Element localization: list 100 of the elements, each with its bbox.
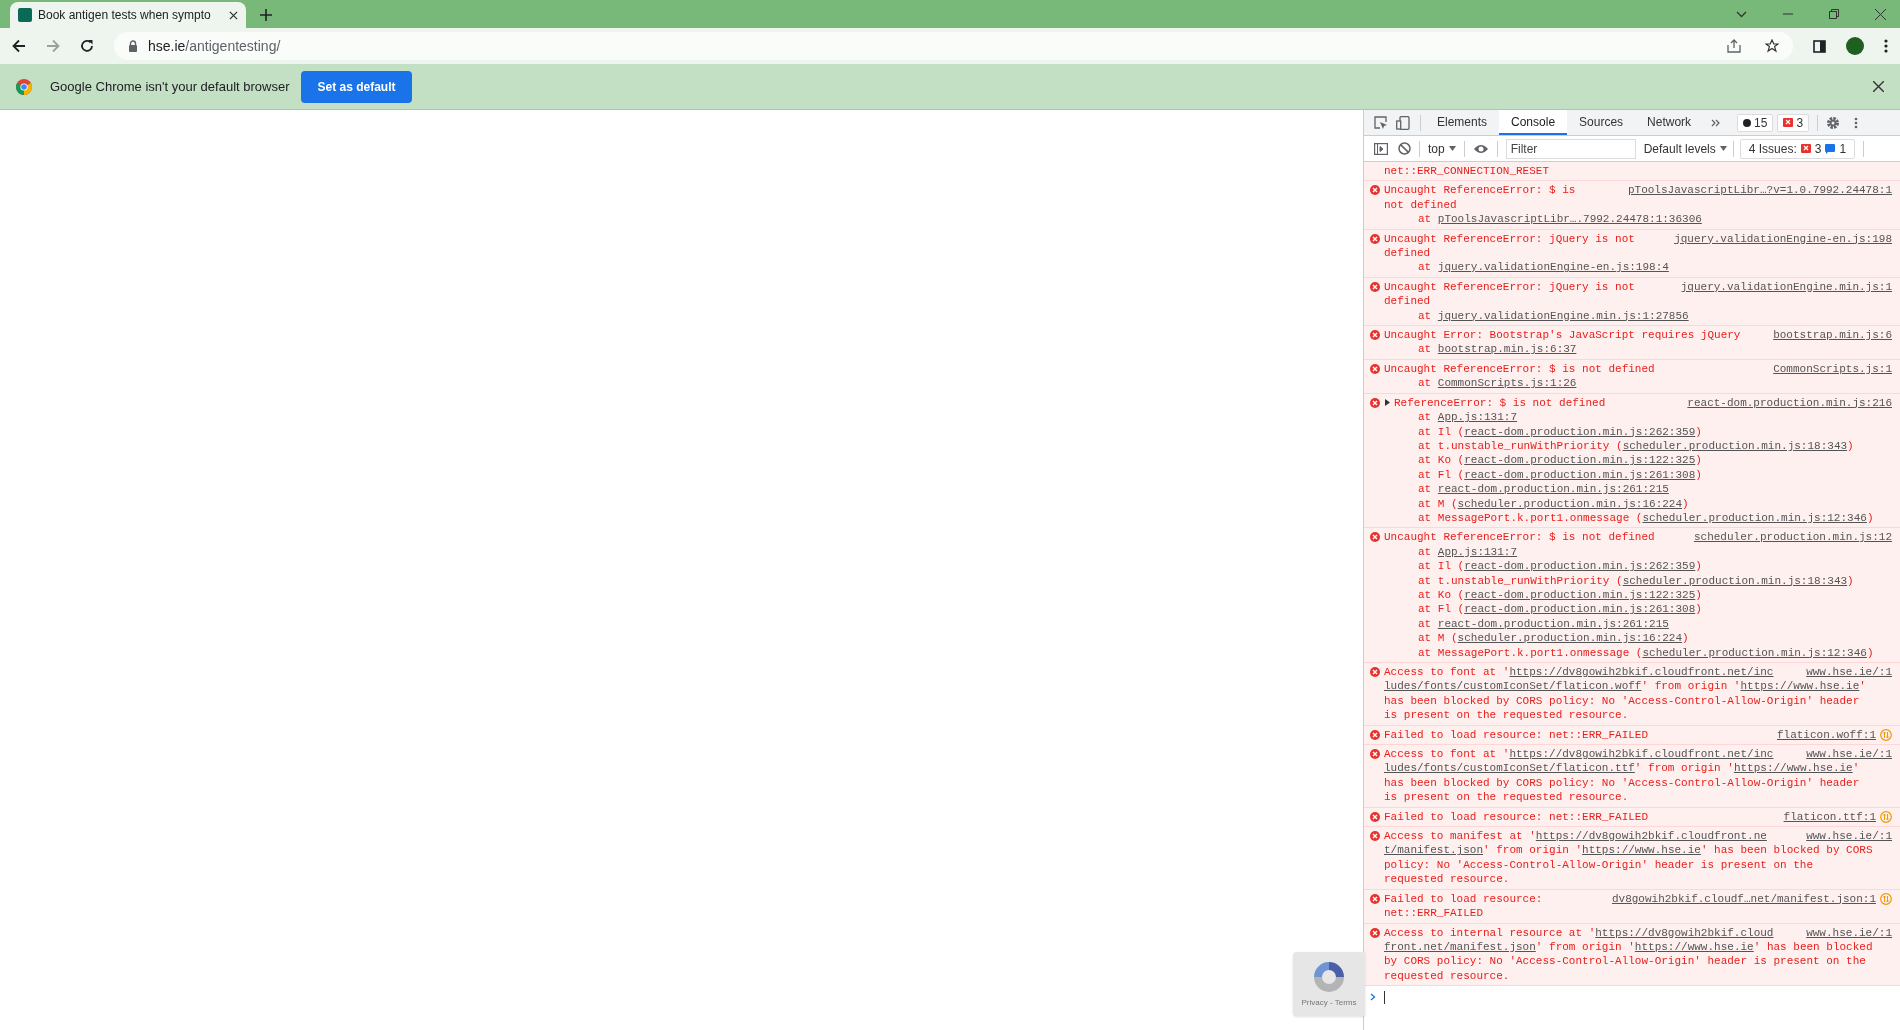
url-link[interactable]: scheduler.production.min.js:18:343 [1622, 574, 1848, 587]
url-link[interactable]: react-dom.production.min.js:261:215 [1437, 617, 1669, 630]
error-message-line: requested resource. [1384, 968, 1510, 984]
stack-frame: at pToolsJavascriptLibr….7992.24478:1:36306 [1384, 212, 1892, 227]
url-link[interactable]: https://dv8gowih2bkif.cloudfront.ne [1535, 830, 1767, 843]
source-link[interactable]: jquery.validationEngine.min.js:1 [1680, 279, 1892, 295]
devtools-tab[interactable]: Console [1499, 110, 1568, 135]
error-icon [1370, 233, 1380, 244]
error-message-line: is present on the requested resource. [1384, 708, 1629, 723]
source-link[interactable]: dv8gowih2bkif.cloudf…net/manifest.json:1 [1611, 891, 1876, 907]
chevron-down-icon[interactable] [1736, 10, 1747, 18]
url-link[interactable]: ludes/fonts/customIconSet/flaticon.woff [1384, 680, 1642, 693]
settings-icon[interactable] [1826, 115, 1841, 130]
url-link[interactable]: App.js:131:7 [1437, 411, 1518, 424]
error-icon [1370, 893, 1380, 904]
new-tab-icon[interactable] [260, 9, 272, 21]
close-icon[interactable] [1875, 8, 1886, 20]
url-link[interactable]: react-dom.production.min.js:261:308 [1464, 468, 1696, 481]
url-link[interactable]: scheduler.production.min.js:12:346 [1642, 511, 1867, 524]
privacy-terms-text[interactable]: Privacy - Terms [1301, 997, 1357, 1009]
source-link[interactable]: react-dom.production.min.js:216 [1687, 395, 1892, 411]
side-panel-icon[interactable] [1813, 39, 1826, 53]
source-link[interactable]: www.hse.ie/:1 [1806, 747, 1892, 762]
stack-frame: at t.unstable_runWithPriority (scheduler.production.min.js:18:343) [1384, 573, 1892, 588]
caret-icon [1719, 146, 1727, 151]
url-link[interactable]: jquery.validationEngine.min.js:1:27856 [1437, 309, 1689, 322]
url-link[interactable]: react-dom.production.min.js:261:308 [1464, 603, 1696, 616]
filter-field[interactable]: Filter [1505, 138, 1636, 159]
reload-icon[interactable] [80, 39, 94, 53]
issues-button[interactable]: 4 Issues: 3 1 [1739, 138, 1856, 159]
source-link[interactable]: scheduler.production.min.js:12 [1693, 530, 1892, 545]
devtools-tab[interactable]: Elements [1425, 110, 1500, 135]
url-link[interactable]: https://www.hse.ie [1733, 762, 1853, 775]
url-link[interactable]: react-dom.production.min.js:262:359 [1464, 425, 1696, 438]
site-favicon [18, 8, 32, 22]
console-input-caret[interactable] [1384, 990, 1385, 1004]
url-link[interactable]: jquery.validationEngine-en.js:198:4 [1437, 261, 1669, 274]
source-link[interactable]: bootstrap.min.js:6 [1773, 328, 1892, 343]
url-link[interactable]: scheduler.production.min.js:12:346 [1642, 646, 1867, 659]
share-icon[interactable] [1727, 39, 1741, 53]
error-icon [1800, 143, 1811, 154]
url-link[interactable]: https://www.hse.ie [1582, 844, 1701, 857]
menu-icon[interactable] [1884, 39, 1888, 53]
inspect-element-icon[interactable] [1374, 115, 1388, 130]
url-link[interactable]: CommonScripts.js:1:26 [1437, 377, 1577, 390]
back-icon[interactable] [12, 39, 26, 53]
url-link[interactable]: App.js:131:7 [1437, 545, 1518, 558]
source-link[interactable]: www.hse.ie/:1 [1806, 925, 1892, 940]
levels-dropdown[interactable]: Default levels [1643, 139, 1727, 158]
device-toolbar-icon[interactable] [1396, 115, 1410, 130]
error-icon [1370, 831, 1380, 842]
url-link[interactable]: https://dv8gowih2bkif.cloudfront.net/inc [1509, 748, 1774, 761]
source-link[interactable]: jquery.validationEngine-en.js:198 [1674, 231, 1892, 247]
message-count-badge[interactable]: 15 [1737, 113, 1774, 132]
message-count-badge[interactable]: 3 [1777, 113, 1810, 132]
source-link[interactable]: flaticon.woff:1 [1776, 727, 1876, 743]
close-icon[interactable] [1873, 81, 1884, 92]
error-icon [1783, 117, 1794, 128]
url-link[interactable]: scheduler.production.min.js:16:224 [1457, 497, 1683, 510]
profile-avatar[interactable] [1846, 37, 1864, 55]
url-link[interactable]: react-dom.production.min.js:122:325 [1464, 588, 1696, 601]
expand-triangle-icon[interactable] [1384, 398, 1391, 406]
url-link[interactable]: https://www.hse.ie [1634, 940, 1754, 953]
source-link[interactable]: CommonScripts.js:1 [1773, 361, 1892, 377]
devtools-tab[interactable]: Sources [1567, 110, 1636, 135]
url-link[interactable]: https://dv8gowih2bkif.cloudfront.net/inc [1509, 666, 1774, 678]
error-icon [1370, 532, 1380, 543]
url-link[interactable]: https://dv8gowih2bkif.cloud [1595, 926, 1774, 939]
sidebar-toggle-icon[interactable] [1374, 142, 1388, 155]
clear-console-icon[interactable] [1398, 142, 1411, 155]
url-link[interactable]: react-dom.production.min.js:122:325 [1464, 454, 1696, 467]
url-link[interactable]: pToolsJavascriptLibr….7992.24478:1:36306 [1437, 213, 1702, 226]
error-icon [1370, 749, 1380, 760]
source-link[interactable]: www.hse.ie/:1 [1806, 829, 1892, 844]
source-link[interactable]: www.hse.ie/:1 [1806, 665, 1892, 680]
set-default-button[interactable]: Set as default [301, 70, 412, 103]
context-dropdown[interactable]: top [1428, 139, 1456, 158]
url-link[interactable]: scheduler.production.min.js:16:224 [1457, 632, 1683, 645]
url-link[interactable]: https://www.hse.ie [1740, 680, 1860, 693]
url-link[interactable]: react-dom.production.min.js:262:359 [1464, 560, 1696, 573]
source-link[interactable]: flaticon.ttf:1 [1783, 809, 1876, 825]
devtools-tab[interactable]: Network [1635, 110, 1704, 135]
more-options-icon[interactable] [1854, 116, 1859, 129]
browser-tab[interactable]: Book antigen tests when sympto [10, 2, 246, 28]
url-link[interactable]: react-dom.production.min.js:261:215 [1437, 483, 1669, 496]
url-link[interactable]: ludes/fonts/customIconSet/flaticon.ttf [1384, 762, 1635, 775]
restore-icon[interactable] [1829, 9, 1839, 19]
address-bar[interactable]: hse.ie/antigentesting/ [114, 32, 1793, 60]
error-message-line: requested resource. [1384, 872, 1510, 887]
url-link[interactable]: bootstrap.min.js:6:37 [1437, 343, 1577, 356]
more-tabs-icon[interactable] [1711, 118, 1722, 127]
url-link[interactable]: front.net/manifest.json [1384, 940, 1536, 953]
eye-icon[interactable] [1472, 143, 1489, 154]
url-link[interactable]: t/manifest.json [1384, 844, 1484, 857]
stack-frame: at MessagePort.k.port1.onmessage (scheduler.production.min.js:12:346) [1384, 510, 1892, 526]
close-icon[interactable] [229, 10, 238, 20]
source-link[interactable]: pToolsJavascriptLibr…?v=1.0.7992.24478:1 [1627, 183, 1892, 198]
star-icon[interactable] [1765, 39, 1779, 53]
url-link[interactable]: scheduler.production.min.js:18:343 [1622, 439, 1848, 452]
recaptcha-badge[interactable]: Privacy - Terms [1293, 952, 1365, 1016]
